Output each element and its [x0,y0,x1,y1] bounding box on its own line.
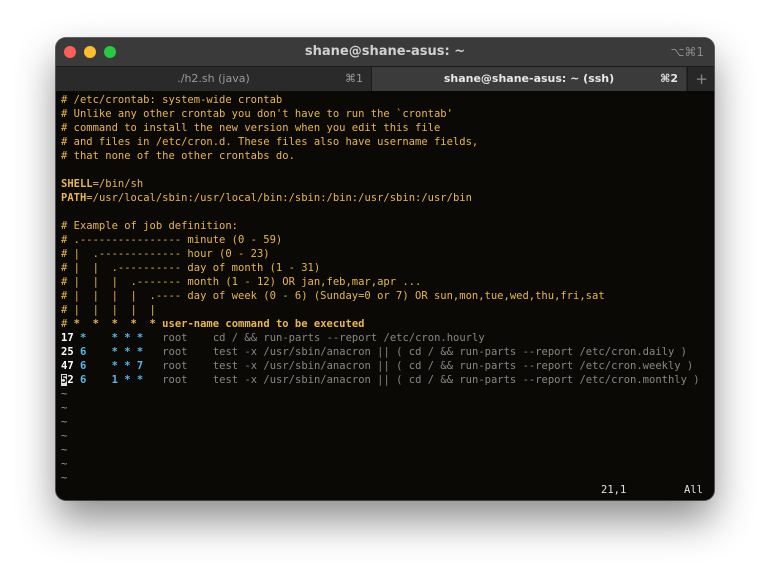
shell-name: SHELL [61,178,93,190]
empty-line-marker: ~ [61,402,68,414]
comment-line: # .---------------- minute (0 - 59) [61,234,283,246]
empty-line-marker: ~ [61,472,68,484]
comment-line: # Unlike any other crontab you don't hav… [61,108,453,120]
cron-minute: 17 [61,332,74,344]
cron-command: test -x /usr/sbin/anacron || ( cd / && r… [212,346,687,358]
tab-label: shane@shane-asus: ~ (ssh) [443,72,615,85]
empty-line-marker: ~ [61,458,68,470]
comment-line: # | | | .------- month (1 - 12) OR jan,f… [61,276,422,288]
cursor-position: 21,1 [601,484,627,496]
new-tab-button[interactable]: + [687,67,714,91]
window-title: shane@shane-asus: ~ [304,44,466,59]
tab-shortcut: ⌘2 [660,72,678,85]
cron-minute: 47 [61,360,74,372]
cron-user: root [162,332,188,344]
cron-row: 17 * * * * root cd / && run-parts --repo… [61,331,485,345]
cron-dom: * [111,332,118,344]
window-shortcut: ⌥⌘1 [670,45,704,59]
cron-command: test -x /usr/sbin/anacron || ( cd / && r… [212,374,700,386]
header-stars: * * * * * [73,318,156,330]
shell-line: SHELL=/bin/sh [61,177,143,191]
cron-dow: * [136,374,144,386]
cron-minute: 52 [61,374,74,386]
path-value: =/usr/local/sbin:/usr/local/bin:/sbin:/b… [86,192,472,204]
header-suffix: user-name command to be executed [162,318,365,330]
comment-line: # Example of job definition: [61,220,239,232]
tab-ssh[interactable]: shane@shane-asus: ~ (ssh) ⌘2 [372,67,686,91]
cron-dom: * [111,346,118,358]
tab-h2sh[interactable]: ./h2.sh (java) ⌘1 [56,67,372,91]
path-name: PATH [61,192,87,204]
title-bar[interactable]: shane@shane-asus: ~ ⌥⌘1 [56,38,714,66]
cron-row: 52 6 1 * * root test -x /usr/sbin/anacro… [61,373,700,387]
comment-line: # /etc/crontab: system-wide crontab [61,94,283,106]
empty-line-marker: ~ [61,416,68,428]
cron-dow: 7 [136,360,144,372]
cron-header-line: # * * * * * user-name command to be exec… [61,317,364,331]
cron-hour: 6 [79,360,87,372]
scroll-indicator: All [684,484,703,496]
cron-hour: 6 [79,374,87,386]
cron-month: * [124,360,131,372]
comment-line: # | | | | .---- day of week (0 - 6) (Sun… [61,290,605,302]
cron-month: * [124,346,131,358]
cron-command: test -x /usr/sbin/anacron || ( cd / && r… [212,360,694,372]
cron-dom: 1 [111,374,118,386]
comment-line: # that none of the other crontabs do. [61,150,295,162]
terminal-content[interactable]: # /etc/crontab: system-wide crontab # Un… [56,91,714,500]
tab-label: ./h2.sh (java) [177,72,250,85]
cron-row: 25 6 * * * root test -x /usr/sbin/anacro… [61,345,687,359]
tab-bar: ./h2.sh (java) ⌘1 shane@shane-asus: ~ (s… [56,66,714,91]
empty-line-marker: ~ [61,444,68,456]
comment-line: # and files in /etc/cron.d. These files … [61,136,479,148]
comment-line: # | | .---------- day of month (1 - 31) [61,262,321,274]
cron-row: 47 6 * * 7 root test -x /usr/sbin/anacro… [61,359,693,373]
comment-line: # command to install the new version whe… [61,122,441,134]
cron-command: cd / && run-parts --report /etc/cron.hou… [212,332,485,344]
empty-line-marker: ~ [61,430,68,442]
cron-user: root [162,360,188,372]
cron-minute: 25 [61,346,74,358]
empty-line-marker: ~ [61,388,68,400]
cron-month: * [124,374,131,386]
cron-dom: * [111,360,118,372]
terminal-window: shane@shane-asus: ~ ⌥⌘1 ./h2.sh (java) ⌘… [56,38,714,500]
tab-shortcut: ⌘1 [345,72,363,85]
cron-minute-rest: 2 [67,374,74,386]
cron-hour: * [79,332,87,344]
comment-line: # | .------------- hour (0 - 23) [61,248,270,260]
cron-user: root [162,374,188,386]
cron-dow: * [136,346,144,358]
header-prefix: # [61,318,68,330]
shell-value: =/bin/sh [92,178,144,190]
cron-user: root [162,346,188,358]
path-line: PATH=/usr/local/sbin:/usr/local/bin:/sbi… [61,191,472,205]
cron-month: * [124,332,131,344]
cron-hour: 6 [79,346,87,358]
cron-dow: * [136,332,144,344]
comment-line: # | | | | | [61,304,156,316]
